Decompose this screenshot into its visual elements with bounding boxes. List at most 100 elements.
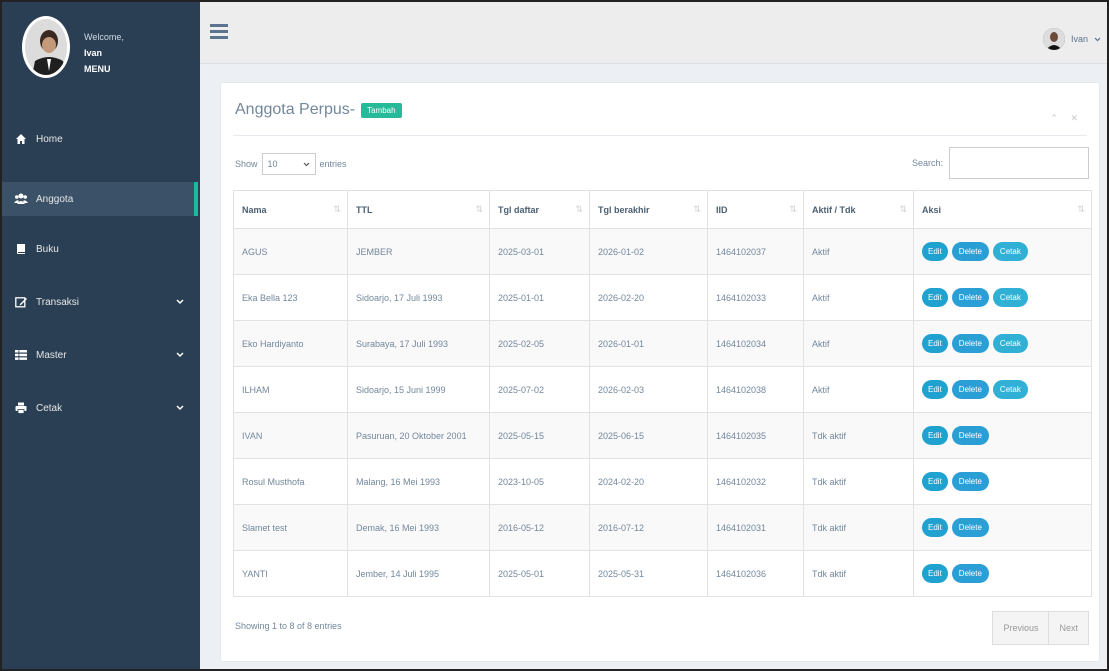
column-header-tgl-daftar[interactable]: Tgl daftar ⇅	[489, 190, 590, 229]
cell-status: Aktif	[803, 366, 914, 413]
cell-tgl-berakhir: 2026-01-02	[589, 228, 708, 275]
column-header-status[interactable]: Aktif / Tdk ⇅	[803, 190, 914, 229]
sidebar-item-home[interactable]: Home	[2, 122, 198, 156]
cell-ttl: Malang, 16 Mei 1993	[347, 458, 490, 505]
cetak-button[interactable]: Cetak	[992, 242, 1028, 261]
sidebar-item-transaksi[interactable]: Transaksi	[2, 285, 198, 319]
edit-button[interactable]: Edit	[922, 564, 948, 583]
sidebar-item-label: Anggota	[36, 193, 74, 205]
cell-tgl-berakhir: 2026-02-20	[589, 274, 708, 321]
column-header-iid[interactable]: IID ⇅	[707, 190, 804, 229]
chevron-down-icon	[176, 297, 184, 308]
cell-status: Tdk aktif	[803, 504, 914, 551]
sidebar-item-cetak[interactable]: Cetak	[2, 391, 198, 425]
cell-nama: IVAN	[233, 412, 348, 459]
edit-button[interactable]: Edit	[922, 242, 948, 261]
cell-tgl-daftar: 2025-02-05	[489, 320, 590, 367]
user-dropdown[interactable]: Ivan	[1042, 28, 1101, 50]
next-button[interactable]: Next	[1048, 612, 1088, 644]
users-icon	[14, 192, 28, 206]
cell-tgl-daftar: 2025-07-02	[489, 366, 590, 413]
cell-iid: 1464102033	[707, 274, 804, 321]
show-label: Show	[235, 159, 258, 169]
table-row: YANTI Jember, 14 Juli 1995 2025-05-01 2025-…	[233, 550, 1092, 597]
delete-button[interactable]: Delete	[951, 564, 989, 583]
sidebar-item-master[interactable]: Master	[2, 338, 198, 372]
cell-ttl: Sidoarjo, 17 Juli 1993	[347, 274, 490, 321]
table-icon	[14, 348, 28, 362]
cell-ttl: JEMBER	[347, 228, 490, 275]
edit-button[interactable]: Edit	[922, 288, 948, 307]
cell-tgl-berakhir: 2024-02-20	[589, 458, 708, 505]
cell-actions: Edit Delete	[913, 458, 1092, 505]
sort-icon: ⇅	[475, 204, 483, 214]
edit-button[interactable]: Edit	[922, 518, 948, 537]
delete-button[interactable]: Delete	[951, 380, 989, 399]
column-header-nama[interactable]: Nama ⇅	[233, 190, 348, 229]
delete-button[interactable]: Delete	[951, 518, 989, 537]
pagination: Previous Next	[992, 611, 1089, 645]
profile-avatar	[22, 16, 70, 78]
cell-status: Aktif	[803, 320, 914, 367]
column-header-aksi[interactable]: Aksi ⇅	[913, 190, 1092, 229]
edit-button[interactable]: Edit	[922, 334, 948, 353]
table-row: IVAN Pasuruan, 20 Oktober 2001 2025-05-15 2…	[233, 412, 1092, 459]
delete-button[interactable]: Delete	[951, 288, 989, 307]
cetak-button[interactable]: Cetak	[992, 380, 1028, 399]
add-member-button[interactable]: Tambah	[361, 102, 402, 118]
members-table: Nama ⇅ TTL ⇅ Tgl daftar ⇅ Tgl berakhir ⇅ IID…	[233, 190, 1092, 597]
print-icon	[14, 401, 28, 415]
cell-actions: Edit Delete Cetak	[913, 366, 1092, 413]
cell-ttl: Pasuruan, 20 Oktober 2001	[347, 412, 490, 459]
cell-ttl: Sidoarjo, 15 Juni 1999	[347, 366, 490, 413]
sidebar-item-label: Cetak	[36, 402, 63, 414]
sort-icon: ⇅	[899, 204, 907, 214]
delete-button[interactable]: Delete	[951, 334, 989, 353]
table-row: Slamet test Demak, 16 Mei 1993 2016-05-12 2…	[233, 504, 1092, 551]
search-label: Search:	[911, 158, 943, 168]
cell-iid: 1464102037	[707, 228, 804, 275]
delete-button[interactable]: Delete	[951, 472, 989, 491]
page-length-control: Show 10 entries	[235, 153, 347, 175]
edit-button[interactable]: Edit	[922, 426, 948, 445]
panel-tools[interactable]: ⌃ ✕	[1050, 113, 1083, 124]
cell-ttl: Jember, 14 Juli 1995	[347, 550, 490, 597]
cell-nama: Rosul Musthofa	[233, 458, 348, 505]
column-header-ttl[interactable]: TTL ⇅	[347, 190, 490, 229]
welcome-text: Welcome,	[84, 32, 124, 42]
cetak-button[interactable]: Cetak	[992, 288, 1028, 307]
cetak-button[interactable]: Cetak	[992, 334, 1028, 353]
table-row: ILHAM Sidoarjo, 15 Juni 1999 2025-07-02 202…	[233, 366, 1092, 413]
cell-tgl-daftar: 2025-05-15	[489, 412, 590, 459]
edit-button[interactable]: Edit	[922, 380, 948, 399]
chevron-down-icon	[303, 159, 310, 169]
menu-toggle-icon[interactable]	[210, 24, 228, 40]
cell-iid: 1464102038	[707, 366, 804, 413]
top-navbar: Ivan	[200, 2, 1107, 64]
page-length-value: 10	[267, 159, 278, 169]
cell-status: Tdk aktif	[803, 550, 914, 597]
sidebar-item-anggota[interactable]: Anggota	[2, 182, 198, 216]
search-input[interactable]	[949, 147, 1089, 179]
cell-tgl-berakhir: 2026-01-01	[589, 320, 708, 367]
sidebar-item-buku[interactable]: Buku	[2, 232, 198, 266]
cell-status: Tdk aktif	[803, 412, 914, 459]
delete-button[interactable]: Delete	[951, 242, 989, 261]
page-length-select[interactable]: 10	[261, 153, 316, 175]
edit-icon	[14, 295, 28, 309]
column-header-tgl-berakhir[interactable]: Tgl berakhir ⇅	[589, 190, 708, 229]
sidebar-item-label: Home	[36, 133, 63, 145]
chevron-down-icon	[1094, 34, 1101, 44]
cell-nama: AGUS	[233, 228, 348, 275]
edit-button[interactable]: Edit	[922, 472, 948, 491]
cell-nama: ILHAM	[233, 366, 348, 413]
top-username: Ivan	[1070, 34, 1088, 44]
sort-icon: ⇅	[1077, 204, 1085, 214]
cell-tgl-daftar: 2016-05-12	[489, 504, 590, 551]
cell-iid: 1464102032	[707, 458, 804, 505]
previous-button[interactable]: Previous	[993, 612, 1049, 644]
delete-button[interactable]: Delete	[951, 426, 989, 445]
sidebar-item-label: Transaksi	[36, 296, 79, 308]
user-avatar	[1042, 28, 1065, 50]
cell-ttl: Surabaya, 17 Juli 1993	[347, 320, 490, 367]
